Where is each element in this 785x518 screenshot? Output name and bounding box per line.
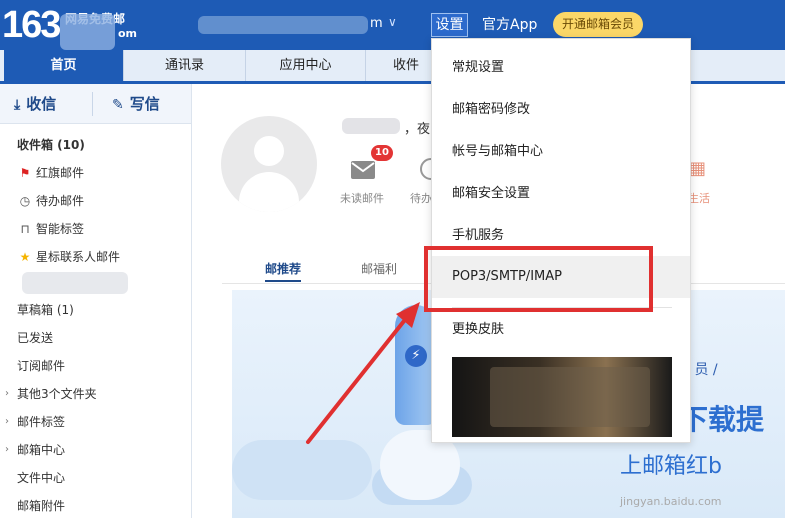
calendar-icon[interactable]: ▦ — [689, 158, 706, 179]
sidebar-item-label: 其他3个文件夹 — [17, 387, 97, 401]
sidebar-item-file-center[interactable]: 文件中心 — [0, 464, 191, 492]
official-app-link[interactable]: 官方App — [482, 14, 537, 36]
sidebar-item-smart-tags[interactable]: ⊓ 智能标签 — [0, 215, 191, 243]
blurred-region — [490, 367, 650, 427]
sidebar-item-todo[interactable]: ◷ 待办邮件 — [0, 187, 191, 215]
sidebar-item-label: 收件箱 (10) — [17, 138, 85, 152]
annotation-highlight-box — [424, 246, 653, 312]
unread-count-badge: 10 — [371, 145, 393, 161]
sidebar-item-mailbox-center[interactable]: › 邮箱中心 — [0, 436, 191, 464]
annotation-arrow — [306, 302, 420, 444]
blurred-greeting — [342, 118, 400, 134]
banner-sub-text: 上邮箱红b — [620, 454, 722, 479]
menu-item-account-center[interactable]: 帐号与邮箱中心 — [432, 131, 690, 173]
account-name[interactable]: m — [370, 16, 383, 31]
avatar-head — [254, 136, 284, 166]
receive-mail-button[interactable]: ⤓ 收信 — [14, 84, 92, 124]
chevron-right-icon[interactable]: › — [5, 408, 9, 436]
sidebar-item-sent[interactable]: 已发送 — [0, 324, 191, 352]
sidebar-item-attachments[interactable]: 邮箱附件 — [0, 492, 191, 518]
blurred-region — [22, 272, 128, 294]
tab-welfare[interactable]: 邮福利 — [361, 260, 397, 277]
sidebar-item-red-flag[interactable]: ⚑ 红旗邮件 — [0, 159, 191, 187]
menu-item-change-password[interactable]: 邮箱密码修改 — [432, 89, 690, 131]
sidebar-item-subscriptions[interactable]: 订阅邮件 — [0, 352, 191, 380]
receive-label: 收信 — [26, 95, 57, 113]
chevron-down-icon[interactable]: ∨ — [388, 15, 397, 29]
sidebar-item-label: 红旗邮件 — [36, 166, 85, 180]
write-mail-button[interactable]: ✎ 写信 — [112, 84, 190, 124]
logo-text-sub: om — [118, 27, 138, 40]
bookmark-icon: ⊓ — [20, 222, 30, 236]
blurred-account-name — [198, 16, 368, 34]
sidebar-item-label: 订阅邮件 — [17, 359, 66, 373]
sidebar-actions: ⤓ 收信 ✎ 写信 — [0, 84, 191, 124]
sidebar-item-other-folders[interactable]: › 其他3个文件夹 — [0, 380, 191, 408]
edit-icon: ✎ — [112, 97, 124, 113]
unread-mail-label[interactable]: 未读邮件 — [340, 190, 384, 206]
logo-number[interactable]: 163 — [2, 2, 61, 48]
sidebar-item-label: 邮箱附件 — [17, 499, 66, 513]
mail-icon[interactable] — [350, 160, 376, 180]
clock-icon: ◷ — [19, 194, 31, 208]
tab-recommend[interactable]: 邮推荐 — [265, 260, 301, 277]
sidebar-item-mail-tags[interactable]: › 邮件标签 — [0, 408, 191, 436]
menu-item-change-skin[interactable]: 更换皮肤 — [432, 309, 690, 351]
chevron-right-icon[interactable]: › — [5, 436, 9, 464]
watermark-text: jingyan.baidu.com — [620, 495, 722, 508]
sidebar-item-label: 邮件标签 — [17, 415, 66, 429]
avatar-body — [239, 172, 299, 212]
sidebar-item-label: 邮箱中心 — [17, 443, 66, 457]
blurred-region — [60, 14, 115, 50]
avatar[interactable] — [221, 116, 317, 212]
divider — [92, 92, 93, 116]
sidebar-item-label: 星标联系人邮件 — [36, 250, 121, 264]
settings-button[interactable]: 设置 — [431, 13, 468, 37]
settings-dropdown-menu: 常规设置 邮箱密码修改 帐号与邮箱中心 邮箱安全设置 手机服务 POP3/SMT… — [431, 38, 691, 443]
sidebar-item-star-contacts[interactable]: ★ 星标联系人邮件 — [0, 243, 191, 271]
chevron-right-icon[interactable]: › — [5, 380, 9, 408]
red-flag-icon: ⚑ — [19, 166, 31, 180]
sidebar-item-drafts[interactable]: 草稿箱 (1) — [0, 296, 191, 324]
sidebar-item-label: 已发送 — [17, 331, 54, 345]
vip-membership-button[interactable]: 开通邮箱会员 — [553, 12, 643, 37]
tab-home[interactable]: 首页 — [4, 50, 124, 81]
sidebar: ⤓ 收信 ✎ 写信 收件箱 (10) ⚑ 红旗邮件 ◷ 待办邮件 ⊓ 智能标签 ★ … — [0, 84, 192, 518]
tab-contacts[interactable]: 通讯录 — [124, 50, 246, 81]
menu-ad-image[interactable] — [452, 357, 672, 437]
sidebar-item-label: 智能标签 — [36, 222, 85, 236]
greeting-text: ，夜 — [404, 122, 431, 137]
tab-app-center[interactable]: 应用中心 — [246, 50, 366, 81]
star-icon: ★ — [19, 250, 31, 264]
write-label: 写信 — [129, 95, 160, 113]
download-icon: ⤓ — [14, 97, 21, 113]
menu-item-security-settings[interactable]: 邮箱安全设置 — [432, 173, 690, 215]
banner-download-text: 下载提 — [680, 403, 765, 436]
sidebar-item-label: 文件中心 — [17, 471, 66, 485]
sidebar-item-label: 待办邮件 — [36, 194, 85, 208]
life-label[interactable]: 生活 — [688, 190, 710, 206]
pending-label[interactable]: 待办 — [410, 190, 432, 206]
active-tab-indicator — [265, 280, 301, 282]
menu-item-general-settings[interactable]: 常规设置 — [432, 47, 690, 89]
sidebar-item-label: 草稿箱 (1) — [17, 303, 74, 317]
sidebar-item-inbox[interactable]: 收件箱 (10) — [0, 131, 191, 159]
